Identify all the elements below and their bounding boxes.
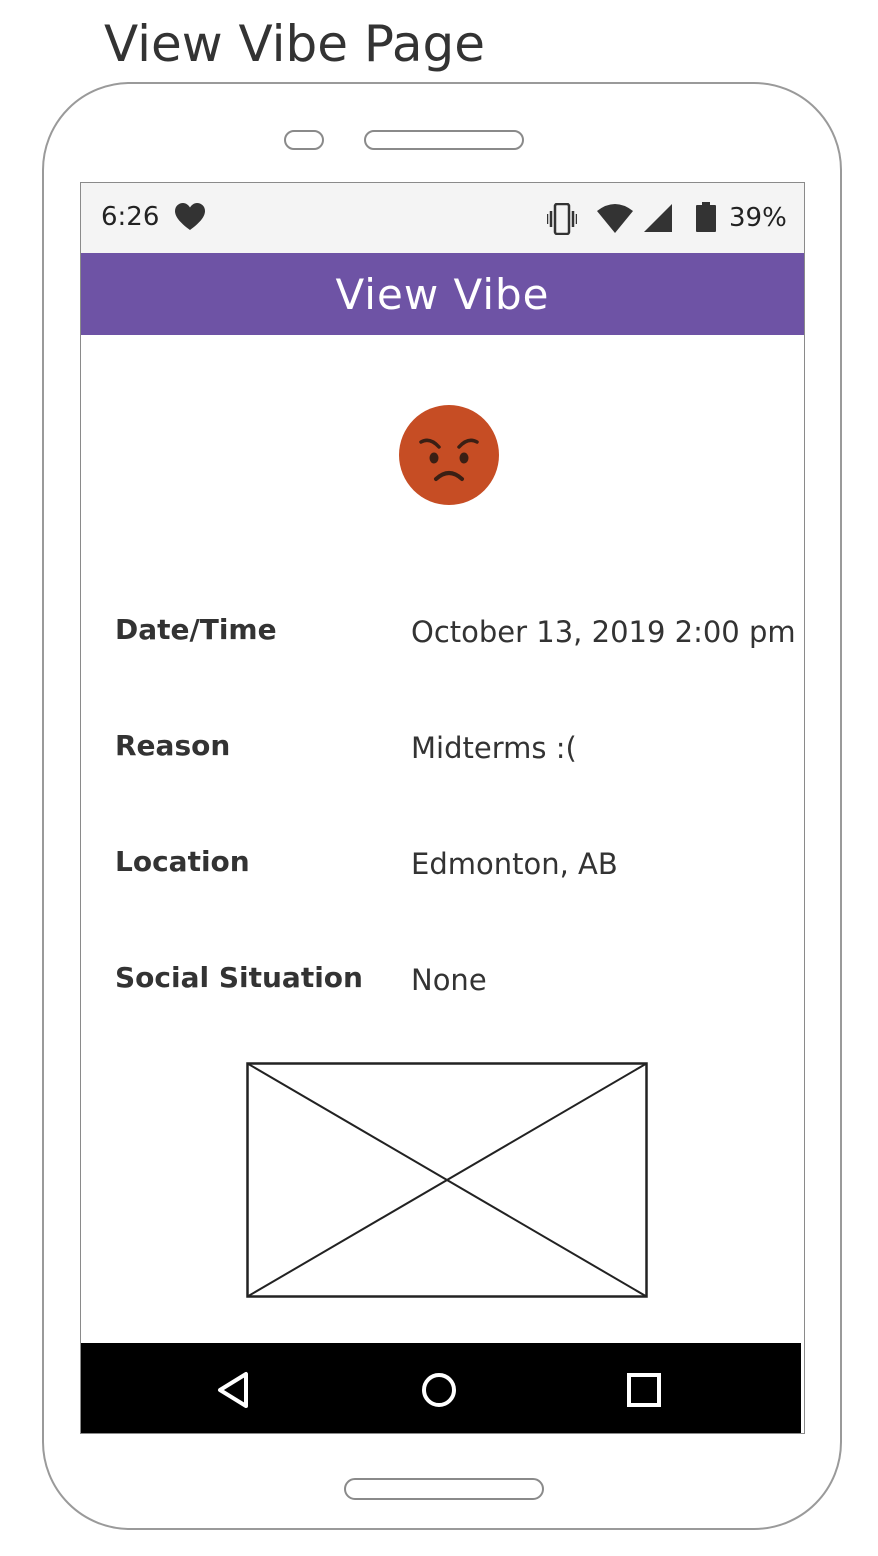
heart-icon — [175, 203, 205, 230]
hardware-home-slot — [344, 1478, 544, 1500]
date-time-label: Date/Time — [115, 613, 277, 646]
wifi-icon — [597, 204, 633, 233]
angry-face-icon[interactable] — [399, 405, 499, 505]
earpiece-speaker — [364, 130, 524, 150]
date-time-value: October 13, 2019 2:00 pm — [411, 615, 796, 649]
status-bar: 6:26 39% — [81, 183, 804, 253]
app-bar: View Vibe — [81, 253, 804, 335]
social-situation-value: None — [411, 963, 487, 997]
battery-icon — [696, 202, 716, 232]
status-time: 6:26 — [101, 202, 160, 232]
signal-icon — [644, 204, 672, 232]
back-icon[interactable] — [209, 1365, 259, 1415]
location-value: Edmonton, AB — [411, 847, 618, 881]
navigation-bar — [81, 1343, 801, 1433]
reason-label: Reason — [115, 729, 231, 762]
reason-value: Midterms :( — [411, 731, 577, 765]
canvas: View Vibe Page 6:26 39% View Vibe Date/T… — [0, 0, 878, 1556]
proximity-sensor — [284, 130, 324, 150]
location-label: Location — [115, 845, 250, 878]
recents-icon[interactable] — [619, 1365, 669, 1415]
image-placeholder[interactable] — [246, 1062, 648, 1298]
page-title: View Vibe Page — [104, 15, 485, 73]
vibrate-icon — [547, 203, 577, 235]
phone-screen: 6:26 39% View Vibe Date/Time October 13,… — [80, 182, 805, 1434]
social-situation-label: Social Situation — [115, 961, 363, 994]
app-bar-title: View Vibe — [335, 269, 550, 319]
battery-percentage: 39% — [729, 203, 787, 233]
home-icon[interactable] — [414, 1365, 464, 1415]
